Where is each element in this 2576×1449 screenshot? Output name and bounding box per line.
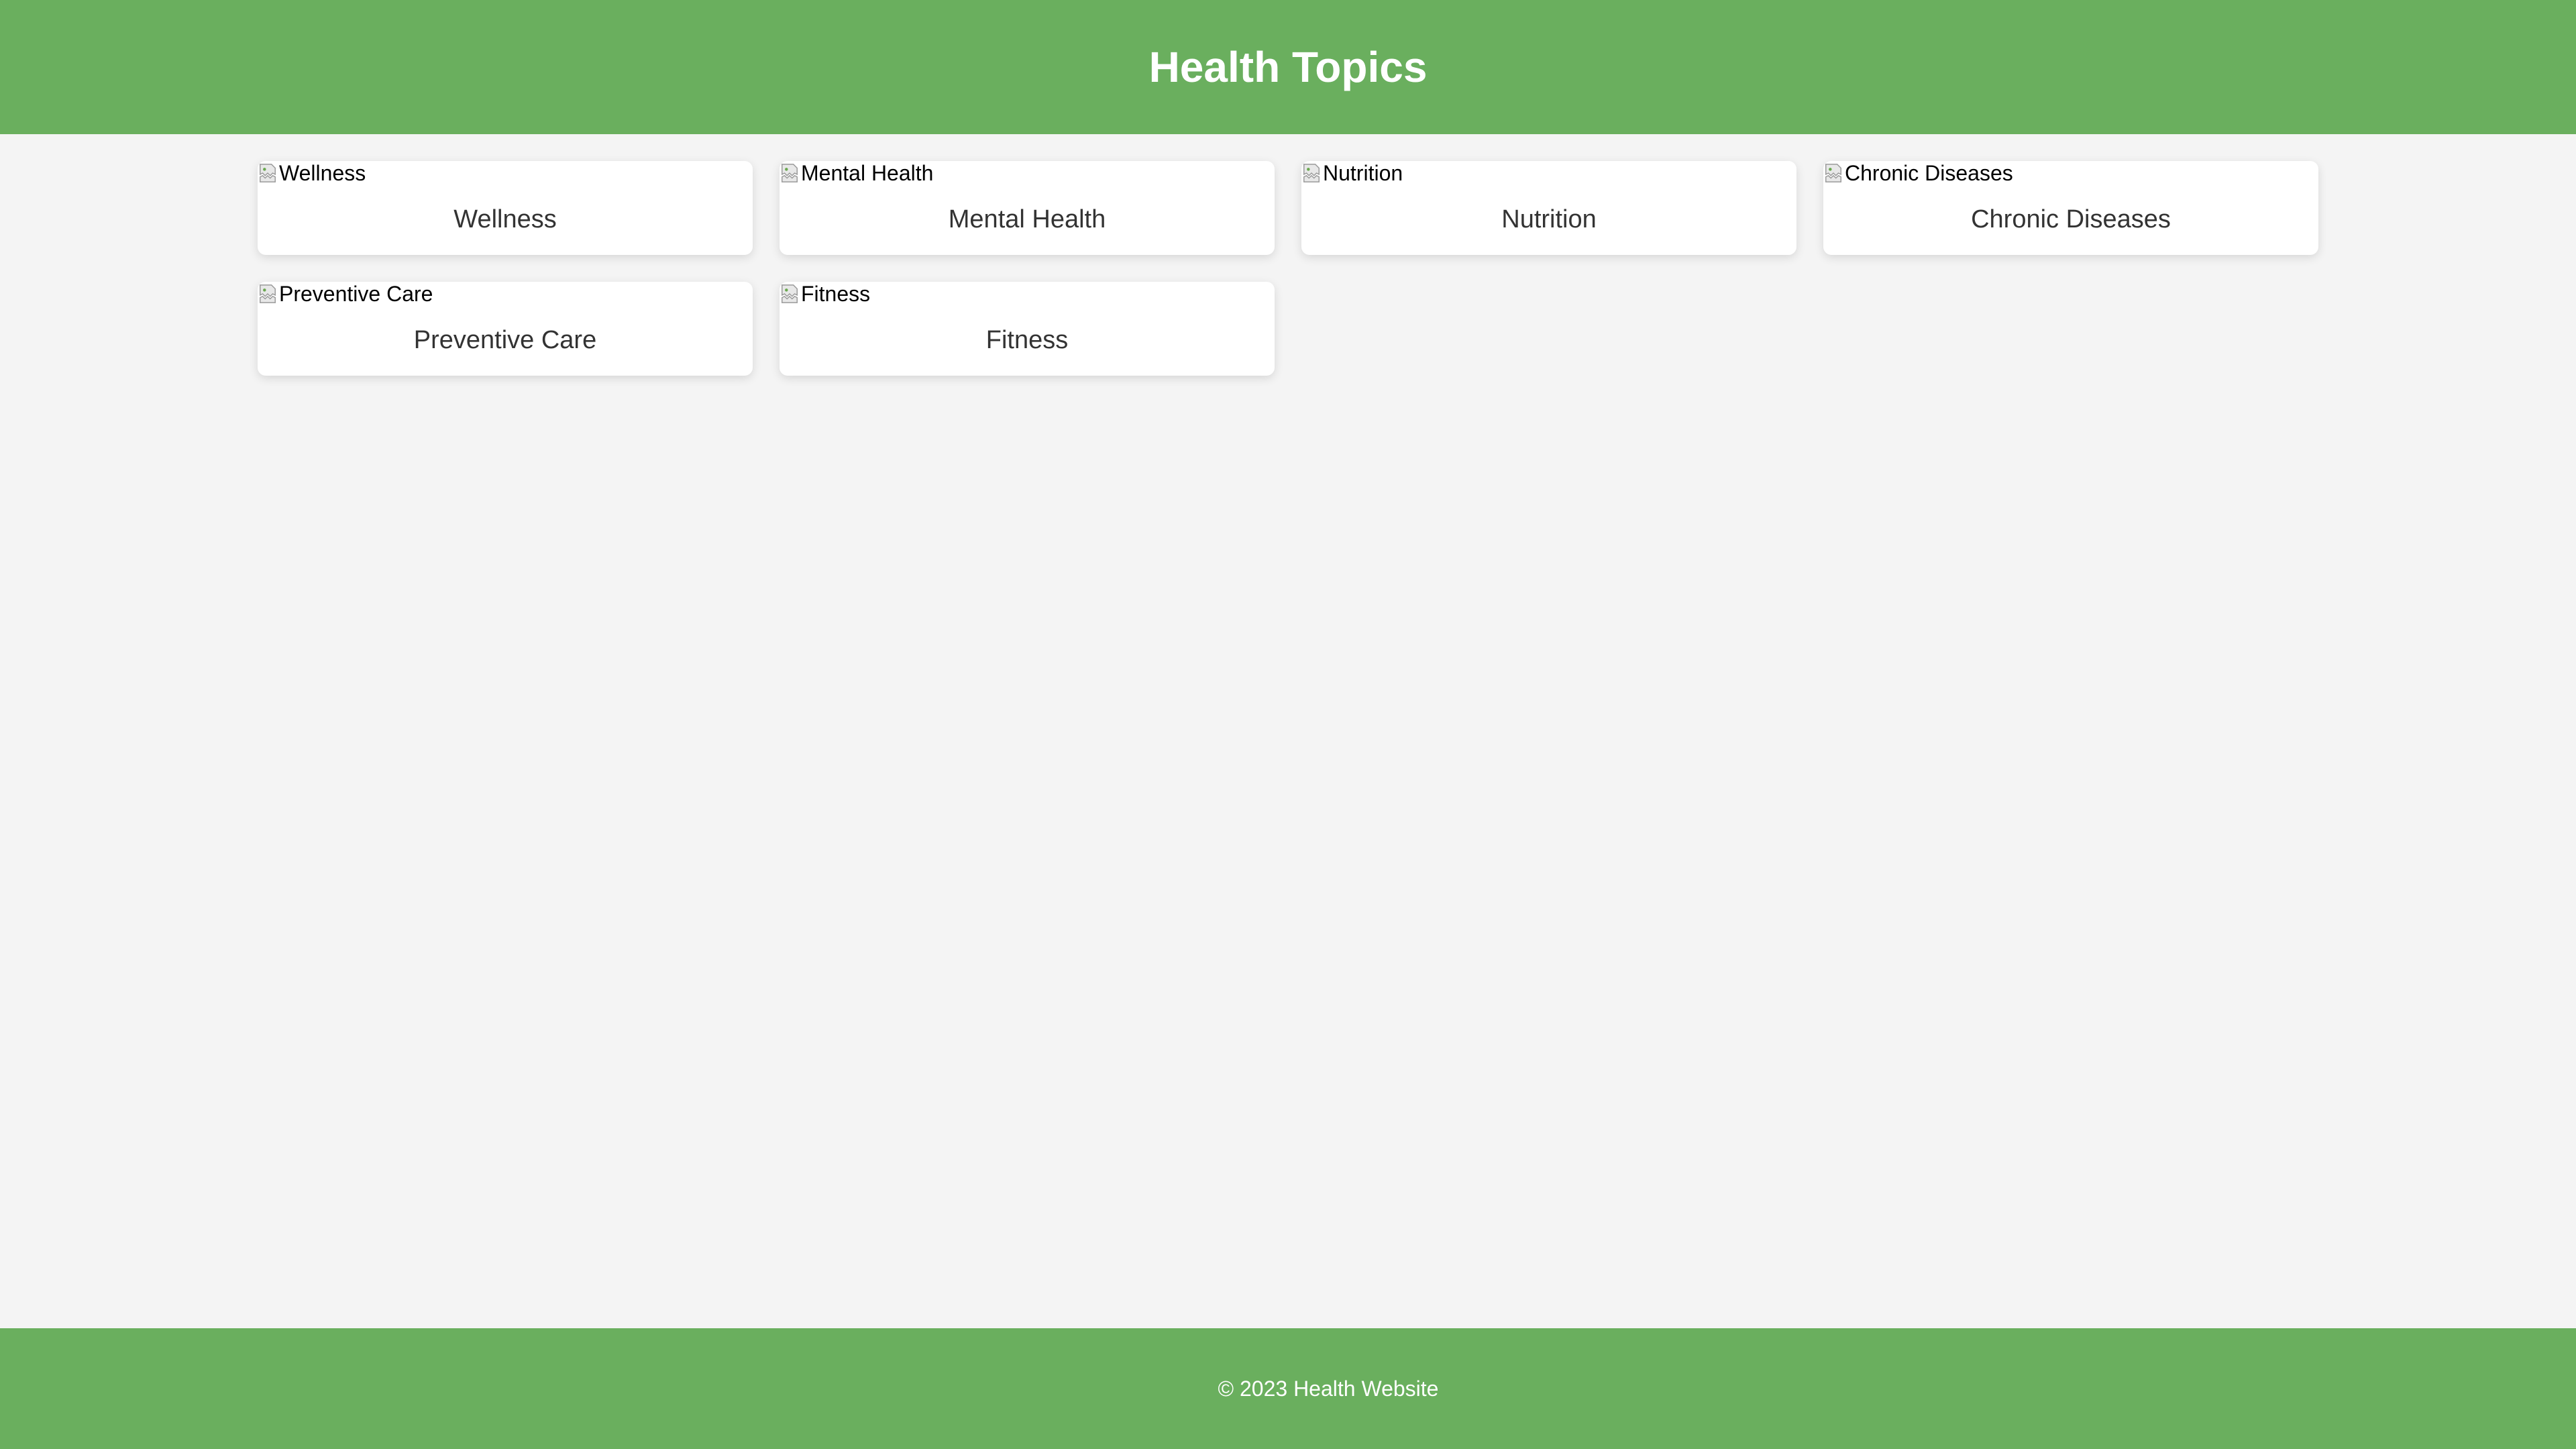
footer-copyright: © 2023 Health Website <box>1218 1377 1439 1401</box>
topic-card-preventive-care[interactable]: Preventive Care Preventive Care <box>258 282 753 376</box>
broken-image-icon <box>258 284 278 304</box>
topics-grid: Wellness Wellness Mental Health Mental H… <box>258 161 2318 376</box>
page: Health Topics Wellness Wellness Mental H… <box>0 0 2576 1449</box>
topic-card-nutrition[interactable]: Nutrition Nutrition <box>1301 161 1796 255</box>
broken-image-icon <box>258 163 278 183</box>
topic-card-chronic-diseases[interactable]: Chronic Diseases Chronic Diseases <box>1823 161 2318 255</box>
topic-image: Nutrition <box>1301 161 1403 185</box>
topic-image: Mental Health <box>780 161 933 185</box>
topic-image: Wellness <box>258 161 366 185</box>
broken-image-icon <box>1301 163 1322 183</box>
topic-image: Chronic Diseases <box>1823 161 2013 185</box>
topic-card-fitness[interactable]: Fitness Fitness <box>780 282 1275 376</box>
topic-image-alt: Preventive Care <box>279 282 433 306</box>
site-header: Health Topics <box>0 0 2576 134</box>
broken-image-icon <box>1823 163 1843 183</box>
topic-title: Mental Health <box>948 205 1106 233</box>
topic-image-alt: Nutrition <box>1323 161 1403 185</box>
topic-image: Fitness <box>780 282 870 306</box>
topic-image-alt: Wellness <box>279 161 366 185</box>
broken-image-icon <box>780 163 800 183</box>
topic-image-alt: Mental Health <box>801 161 934 185</box>
site-footer: © 2023 Health Website <box>0 1328 2576 1449</box>
topic-title: Nutrition <box>1501 205 1597 233</box>
topic-card-wellness[interactable]: Wellness Wellness <box>258 161 753 255</box>
topic-title: Wellness <box>453 205 557 233</box>
topic-card-mental-health[interactable]: Mental Health Mental Health <box>780 161 1275 255</box>
topic-image: Preventive Care <box>258 282 433 306</box>
topic-image-alt: Chronic Diseases <box>1845 161 2013 185</box>
topic-image-alt: Fitness <box>801 282 871 306</box>
topic-title: Preventive Care <box>413 326 597 354</box>
topic-title: Chronic Diseases <box>1971 205 2171 233</box>
page-title: Health Topics <box>1148 43 1428 91</box>
broken-image-icon <box>780 284 800 304</box>
topic-title: Fitness <box>985 326 1069 354</box>
